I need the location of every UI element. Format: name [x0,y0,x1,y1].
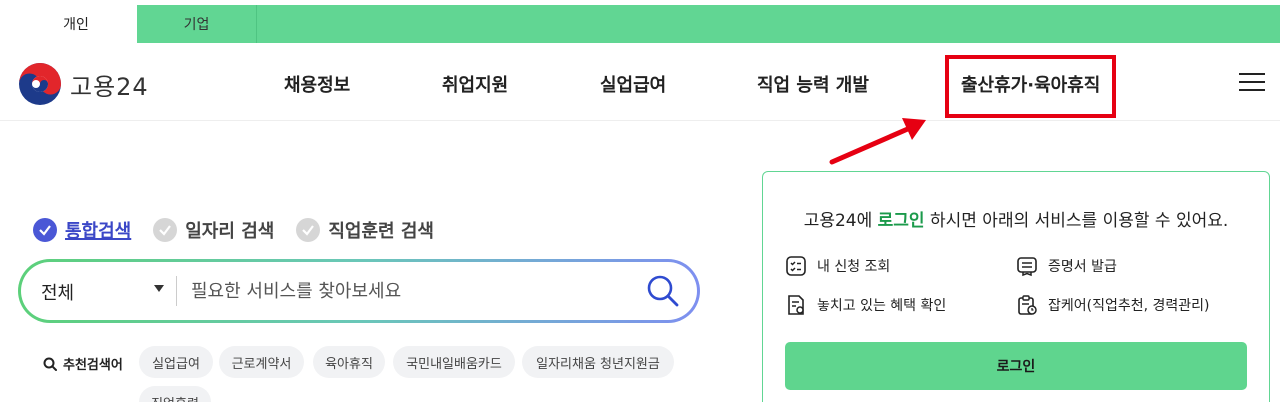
search-type-label: 직업훈련 검색 [328,221,434,242]
audience-tab-bar: 개인 기업 [15,5,1280,43]
nav-item-employment-support[interactable]: 취업지원 [442,71,508,97]
keyword-chip[interactable]: 직업훈련 [139,386,211,402]
search-icon[interactable] [645,273,681,309]
nav-item-vocational-training[interactable]: 직업 능력 개발 [757,71,869,97]
login-message-text: 하시면 아래의 서비스를 이용할 수 있어요. [924,211,1229,231]
divider [176,276,177,306]
search-type-label: 통합검색 [65,221,132,242]
login-message-text: 고용24에 [803,211,878,231]
caret-down-icon[interactable] [154,285,164,292]
magnifier-icon [43,357,57,371]
nav-item-recruitment[interactable]: 채용정보 [284,71,350,97]
service-label: 증명서 발급 [1048,259,1117,275]
service-certificates[interactable]: 증명서 발급 [1016,255,1117,277]
search-type-selector: 통합검색 일자리 검색 직업훈련 검색 [33,217,456,243]
recommended-title: 추천검색어 [43,354,123,373]
login-panel: 고용24에 로그인 하시면 아래의 서비스를 이용할 수 있어요. 내 신청 조… [762,171,1270,402]
search-type-training[interactable]: 직업훈련 검색 [296,217,434,243]
keyword-chip[interactable]: 육아휴직 [313,346,385,378]
jobcare-clipboard-icon [1018,295,1037,315]
search-scope-select[interactable]: 전체 [41,279,74,305]
search-type-integrated[interactable]: 통합검색 [33,217,131,243]
site-logo[interactable]: 고용24 [18,62,149,106]
login-message-link[interactable]: 로그인 [878,211,925,231]
logo-text: 고용24 [70,72,149,101]
tab-business[interactable]: 기업 [137,5,257,43]
taegeuk-logo-icon [19,63,61,105]
tab-personal[interactable]: 개인 [15,5,137,43]
keyword-chip[interactable]: 근로계약서 [219,346,304,378]
certificate-icon [1017,257,1037,277]
service-jobcare[interactable]: 잡케어(직업추천, 경력관리) [1016,294,1210,316]
service-missed-benefits[interactable]: 놓치고 있는 혜택 확인 [785,294,946,316]
service-label: 놓치고 있는 혜택 확인 [817,298,947,314]
search-type-jobs[interactable]: 일자리 검색 [153,217,274,243]
check-icon [153,218,178,242]
nav-item-parental-leave[interactable]: 출산휴가·육아휴직 [961,71,1100,97]
keyword-chip[interactable]: 실업급여 [139,346,213,378]
search-type-label: 일자리 검색 [185,221,275,242]
benefit-document-icon [788,295,804,315]
search-input[interactable] [191,274,621,308]
checklist-icon [786,256,806,276]
search-bar-inner: 전체 [21,262,697,320]
check-icon [296,218,321,242]
login-message: 고용24에 로그인 하시면 아래의 서비스를 이용할 수 있어요. [763,206,1269,231]
keyword-chip[interactable]: 국민내일배움카드 [393,346,515,378]
keyword-chip[interactable]: 일자리채움 청년지원금 [522,346,674,378]
site-header: 고용24 채용정보 취업지원 실업급여 직업 능력 개발 출산휴가·육아휴직 [0,43,1280,121]
service-label: 내 신청 조회 [817,259,891,275]
search-bar: 전체 [18,259,700,323]
nav-item-unemployment-benefits[interactable]: 실업급여 [600,71,666,97]
service-label: 잡케어(직업추천, 경력관리) [1048,298,1210,314]
check-icon [33,218,57,242]
recommended-title-label: 추천검색어 [63,358,123,373]
login-button[interactable]: 로그인 [785,342,1247,390]
hamburger-menu-icon[interactable] [1239,73,1265,91]
service-my-applications[interactable]: 내 신청 조회 [785,255,890,277]
